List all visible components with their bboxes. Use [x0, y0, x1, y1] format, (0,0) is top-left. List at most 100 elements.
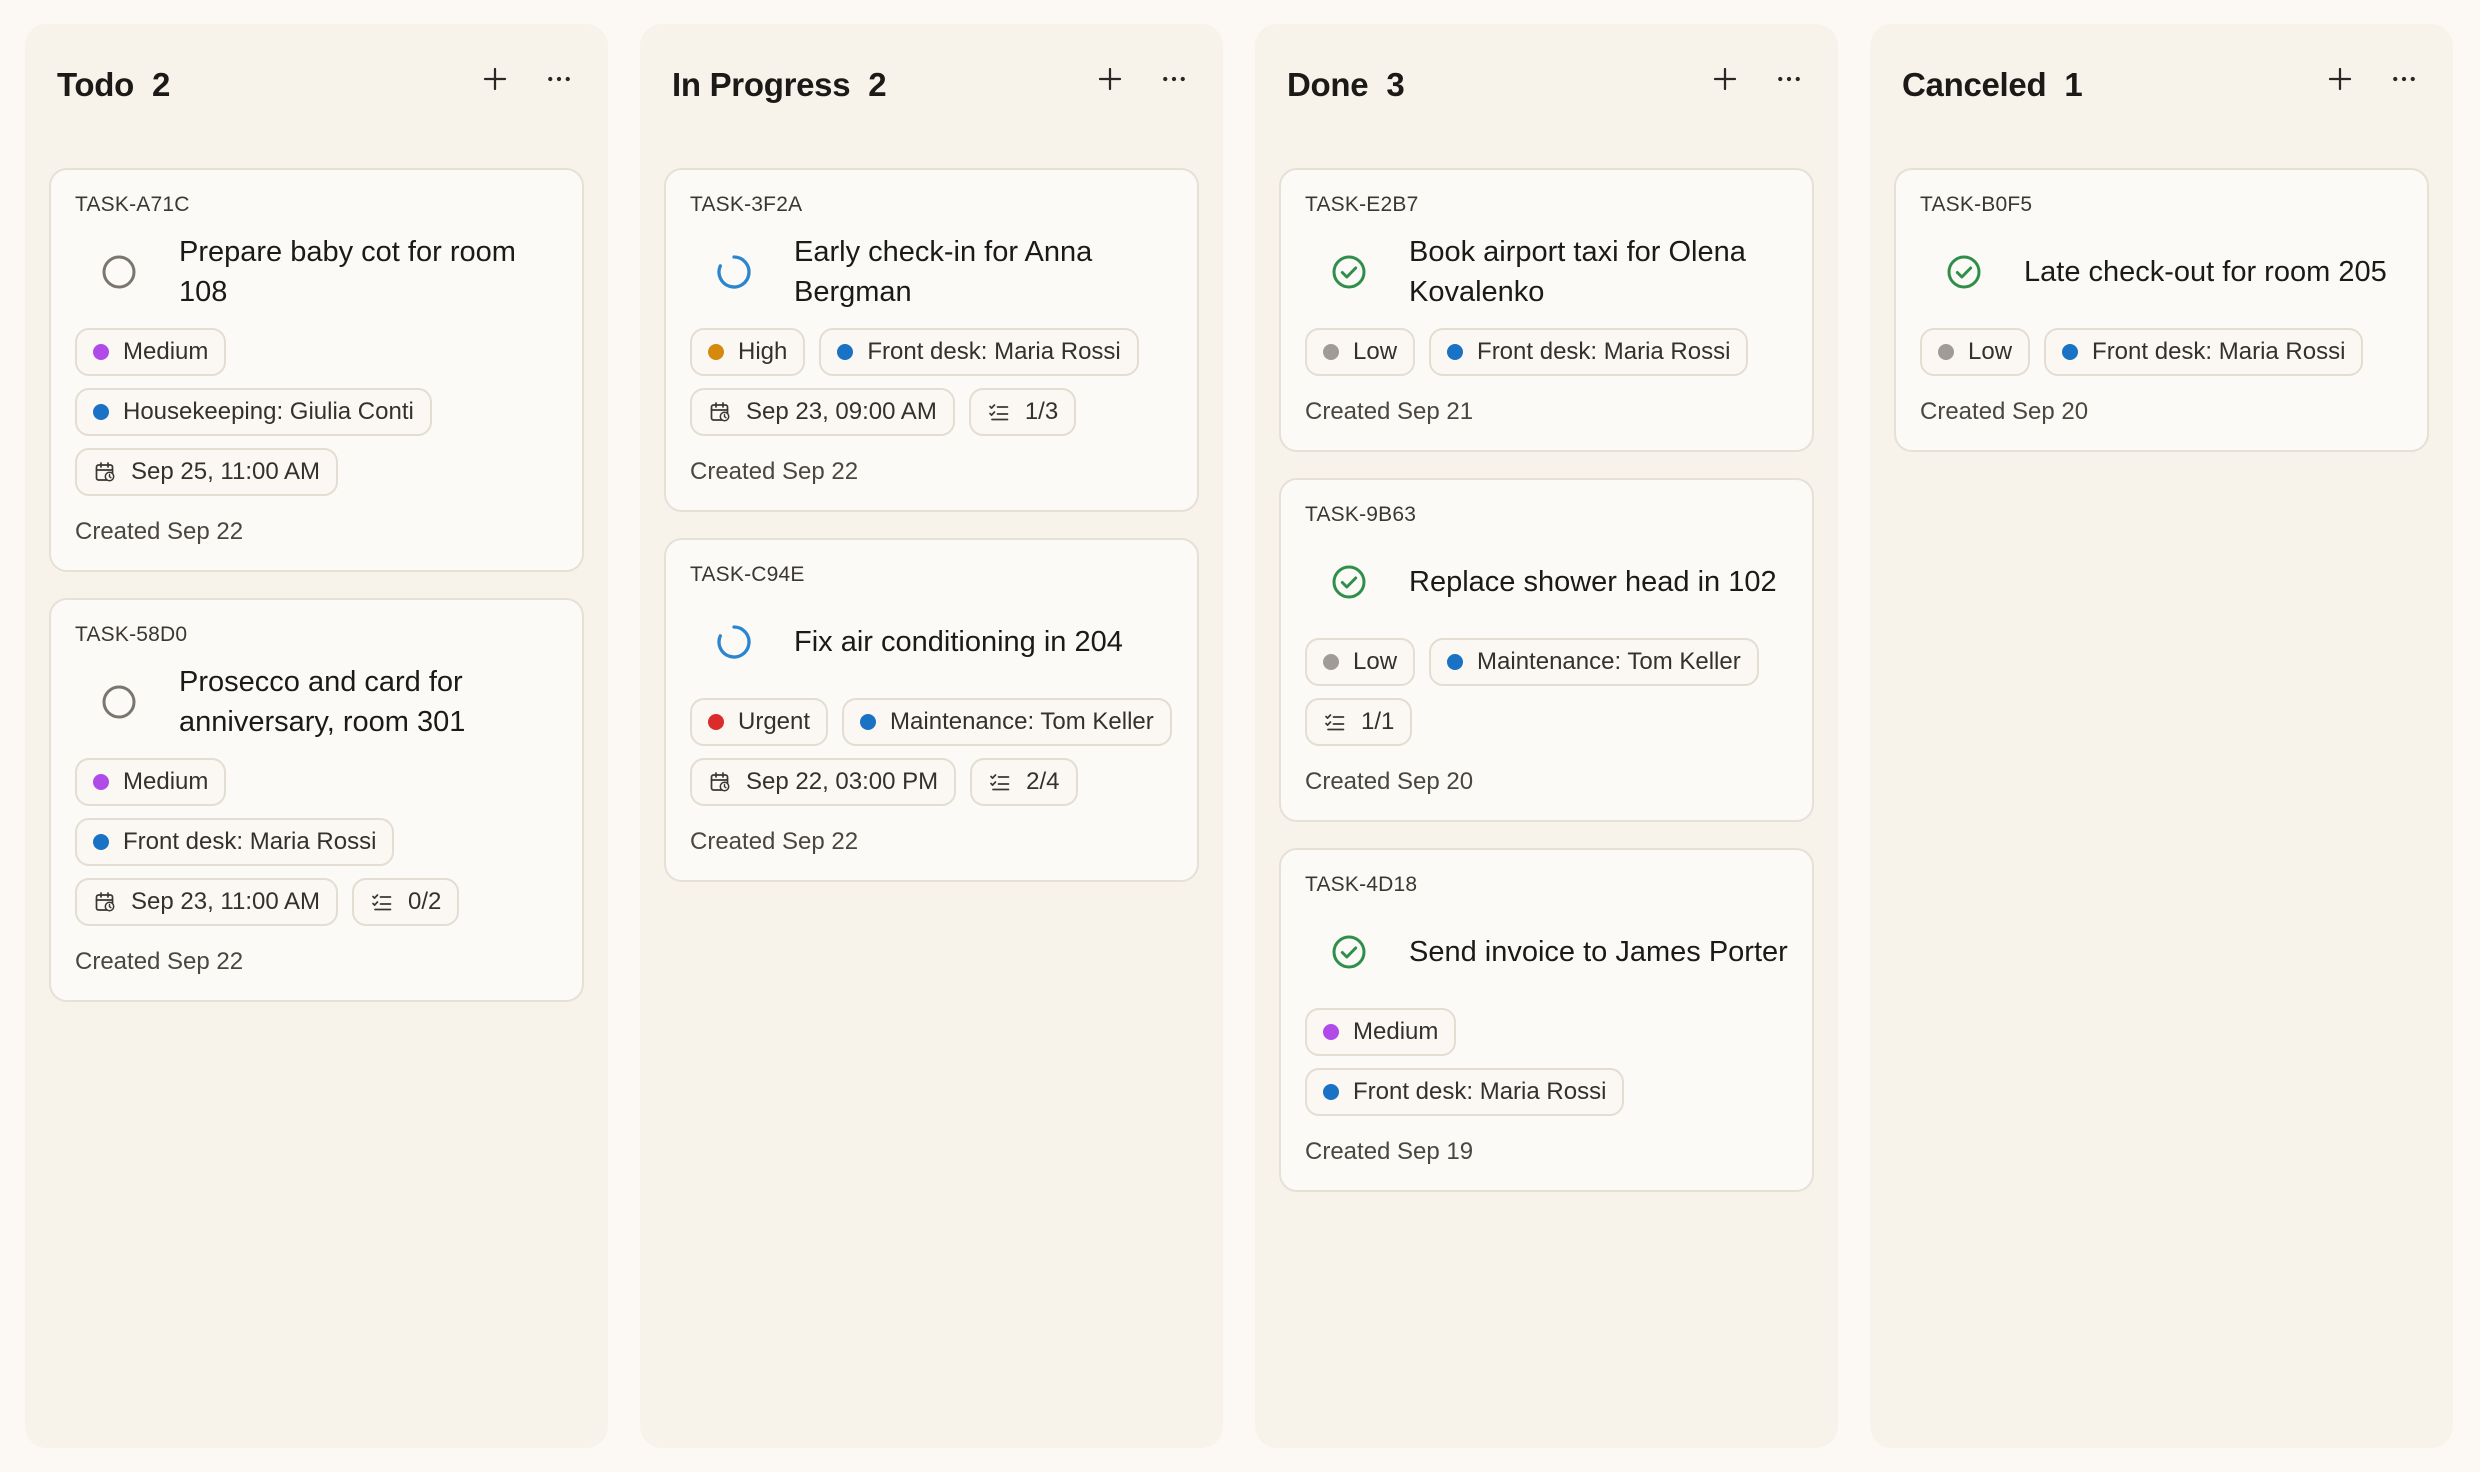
- task-id: TASK-B0F5: [1920, 193, 2033, 216]
- add-task-button[interactable]: [478, 64, 512, 98]
- priority-label: Urgent: [738, 708, 811, 735]
- priority-dot: [93, 774, 109, 790]
- created-date: Created Sep 19: [1305, 1138, 1474, 1165]
- assignee-chip[interactable]: Front desk: Maria Rossi: [1429, 328, 1749, 376]
- assignee-chip[interactable]: Front desk: Maria Rossi: [819, 328, 1139, 376]
- task-title: Early check-in for Anna Bergman: [794, 236, 1093, 308]
- task-title: Late check-out for room 205: [2024, 256, 2387, 288]
- column-header: Todo 2: [25, 24, 608, 146]
- assignee-chip[interactable]: Front desk: Maria Rossi: [2044, 328, 2364, 376]
- column-done: Done 3 TASK-E2B7 Book airport taxi for Olen…: [1255, 24, 1838, 1448]
- priority-chip[interactable]: Medium: [75, 758, 227, 806]
- calendar-clock-icon: [93, 460, 117, 484]
- check-circle-icon[interactable]: [1329, 252, 1369, 292]
- checklist-icon: [988, 770, 1012, 794]
- task-title-row: Prepare baby cot for room 108: [75, 232, 558, 312]
- calendar-clock-icon: [708, 400, 732, 424]
- column-menu-button[interactable]: [2387, 64, 2421, 98]
- assignee-chip[interactable]: Front desk: Maria Rossi: [75, 818, 395, 866]
- column-menu-button[interactable]: [542, 64, 576, 98]
- plus-icon: [2325, 64, 2355, 99]
- check-circle-icon[interactable]: [1329, 562, 1369, 602]
- assignee-dot: [860, 714, 877, 730]
- priority-chip[interactable]: High: [690, 328, 806, 376]
- column-count: 1: [2064, 66, 2083, 103]
- priority-dot: [1323, 654, 1339, 670]
- task-card[interactable]: TASK-A71C Prepare baby cot for room 108 Me…: [49, 168, 584, 572]
- column-count: 2: [151, 66, 171, 103]
- priority-chip[interactable]: Low: [1305, 328, 1416, 376]
- created-date: Created Sep 20: [1305, 768, 1474, 795]
- check-circle-icon[interactable]: [1944, 252, 1984, 292]
- column-header: Canceled 1: [1870, 24, 2453, 146]
- date-chip[interactable]: Sep 23, 09:00 AM: [690, 388, 955, 436]
- in-progress-spinner-icon[interactable]: [714, 252, 754, 292]
- column-menu-button[interactable]: [1157, 64, 1191, 98]
- assignee-chip[interactable]: Housekeeping: Giulia Conti: [75, 388, 432, 436]
- column-canceled: Canceled 1 TASK-B0F5 Late check-out for roo…: [1870, 24, 2453, 1448]
- checklist-icon: [987, 400, 1011, 424]
- task-chips: Urgent Maintenance: Tom Keller Sep 22, 03:…: [690, 698, 1173, 806]
- date-chip[interactable]: Sep 25, 11:00 AM: [75, 448, 339, 496]
- assignee-chip[interactable]: Front desk: Maria Rossi: [1305, 1068, 1625, 1116]
- date-chip[interactable]: Sep 23, 11:00 AM: [75, 878, 339, 926]
- subtasks-chip[interactable]: 1/1: [1305, 698, 1413, 746]
- assignee-chip[interactable]: Maintenance: Tom Keller: [1429, 638, 1759, 686]
- task-title: Book airport taxi for Olena Kovalenko: [1409, 236, 1746, 308]
- task-id: TASK-9B63: [1305, 503, 1417, 526]
- column-title: Done: [1287, 66, 1369, 103]
- task-chips: Medium Housekeeping: Giulia Conti Sep 25, …: [75, 328, 558, 496]
- task-chips: Low Front desk: Maria Rossi: [1305, 328, 1788, 376]
- in-progress-spinner-icon[interactable]: [714, 622, 754, 662]
- priority-chip[interactable]: Low: [1305, 638, 1416, 686]
- check-circle-icon[interactable]: [1329, 932, 1369, 972]
- priority-chip[interactable]: Low: [1920, 328, 2031, 376]
- priority-dot: [1323, 1024, 1339, 1040]
- priority-chip[interactable]: Urgent: [690, 698, 829, 746]
- task-card[interactable]: TASK-58D0 Prosecco and card for anniversa…: [49, 598, 584, 1002]
- date-chip[interactable]: Sep 22, 03:00 PM: [690, 758, 957, 806]
- plus-icon: [1095, 64, 1125, 99]
- card-list: TASK-B0F5 Late check-out for room 205 Low F…: [1870, 146, 2453, 452]
- priority-dot: [1323, 344, 1339, 360]
- task-id: TASK-4D18: [1305, 873, 1418, 896]
- priority-label: Medium: [123, 338, 209, 365]
- created-date: Created Sep 22: [690, 828, 859, 855]
- subtasks-chip[interactable]: 1/3: [968, 388, 1077, 436]
- assignee-chip[interactable]: Maintenance: Tom Keller: [842, 698, 1172, 746]
- subtasks-label: 1/3: [1024, 398, 1059, 425]
- priority-chip[interactable]: Medium: [1305, 1008, 1457, 1056]
- created-date: Created Sep 22: [75, 518, 244, 545]
- subtasks-label: 1/1: [1361, 708, 1395, 735]
- column-actions: [1093, 64, 1191, 98]
- task-card[interactable]: TASK-B0F5 Late check-out for room 205 Low F…: [1894, 168, 2429, 452]
- created-date: Created Sep 22: [690, 458, 859, 485]
- add-task-button[interactable]: [1708, 64, 1742, 98]
- task-title: Replace shower head in 102: [1409, 566, 1777, 598]
- priority-chip[interactable]: Medium: [75, 328, 227, 376]
- subtasks-label: 2/4: [1026, 768, 1060, 795]
- priority-dot: [708, 714, 724, 730]
- task-card[interactable]: TASK-9B63 Replace shower head in 102 Low Ma…: [1279, 478, 1814, 822]
- task-chips: Low Front desk: Maria Rossi: [1920, 328, 2403, 376]
- column-menu-button[interactable]: [1772, 64, 1806, 98]
- task-card[interactable]: TASK-C94E Fix air conditioning in 204 Urge…: [664, 538, 1199, 882]
- subtasks-chip[interactable]: 2/4: [970, 758, 1078, 806]
- task-card[interactable]: TASK-3F2A Early check-in for Anna Bergman…: [664, 168, 1199, 512]
- task-card[interactable]: TASK-4D18 Send invoice to James Porter Med…: [1279, 848, 1814, 1192]
- circle-outline-icon[interactable]: [99, 252, 139, 292]
- task-card[interactable]: TASK-E2B7 Book airport taxi for Olena Kov…: [1279, 168, 1814, 452]
- checklist-icon: [1323, 710, 1347, 734]
- date-label: Sep 23, 09:00 AM: [746, 398, 937, 425]
- assignee-dot: [837, 344, 854, 360]
- created-date: Created Sep 22: [75, 948, 244, 975]
- add-task-button[interactable]: [1093, 64, 1127, 98]
- add-task-button[interactable]: [2323, 64, 2357, 98]
- assignee-label: Front desk: Maria Rossi: [867, 338, 1121, 365]
- task-chips: Low Maintenance: Tom Keller 1/1: [1305, 638, 1788, 746]
- priority-label: Medium: [1353, 1018, 1439, 1045]
- task-title: Prosecco and card for anniversary, room …: [179, 666, 466, 738]
- circle-outline-icon[interactable]: [99, 682, 139, 722]
- subtasks-chip[interactable]: 0/2: [352, 878, 460, 926]
- card-list: TASK-E2B7 Book airport taxi for Olena Kov…: [1255, 146, 1838, 1192]
